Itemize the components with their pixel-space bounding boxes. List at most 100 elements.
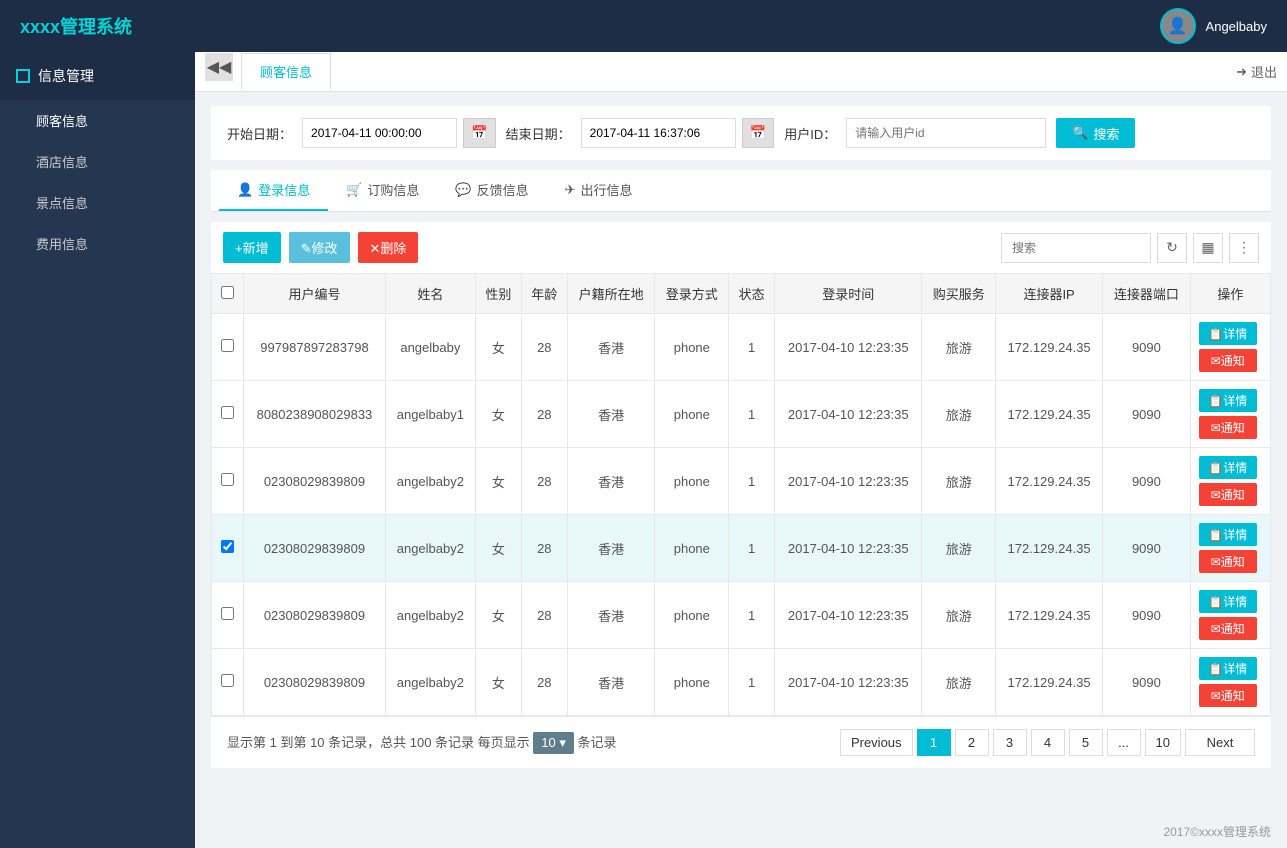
copyright: 2017©xxxx管理系统 [1163,825,1271,839]
edit-btn[interactable]: ✎修改 [289,232,350,263]
row-checkbox-input[interactable] [221,406,234,419]
sidebar-item-costs[interactable]: 费用信息 [0,223,195,264]
row-login-method: phone [655,448,729,515]
page-btn-2[interactable]: 2 [955,729,989,756]
row-age: 28 [521,314,567,381]
col-service: 购买服务 [922,274,996,314]
row-name: angelbaby2 [385,649,475,716]
logout-btn[interactable]: ➜ 退出 [1236,62,1277,81]
delete-btn[interactable]: ✕删除 [358,232,419,263]
start-date-calendar-btn[interactable]: 📅 [463,118,496,148]
row-id[interactable]: 997987897283798 [244,314,386,381]
sub-tab-login[interactable]: 👤 登录信息 [219,170,328,211]
chat-icon: 💬 [455,182,471,198]
notify-btn[interactable]: ✉通知 [1199,416,1257,439]
row-id[interactable]: 02308029839809 [244,448,386,515]
end-date-input[interactable] [581,118,736,148]
row-id[interactable]: 8080238908029833 [244,381,386,448]
notify-btn[interactable]: ✉通知 [1199,483,1257,506]
row-location: 香港 [567,448,655,515]
row-id[interactable]: 02308029839809 [244,649,386,716]
tab-customer-info[interactable]: 顾客信息 [241,53,331,90]
sub-tab-order[interactable]: 🛒 订购信息 [328,170,437,211]
detail-btn[interactable]: 📋详情 [1199,523,1257,546]
userid-label: 用户ID： [784,124,836,143]
sidebar-item-hotels[interactable]: 酒店信息 [0,141,195,182]
col-login-time: 登录时间 [775,274,922,314]
row-service: 旅游 [922,649,996,716]
detail-btn[interactable]: 📋详情 [1199,590,1257,613]
main-content: ◀◀ 顾客信息 ➜ 退出 开始日期： 📅 结束日期： 📅 用户ID： [195,52,1287,848]
row-age: 28 [521,649,567,716]
toolbar-left: +新增 ✎修改 ✕删除 [223,232,418,263]
row-age: 28 [521,381,567,448]
sub-tab-feedback[interactable]: 💬 反馈信息 [437,170,546,211]
page-btn-5[interactable]: 5 [1069,729,1103,756]
notify-btn[interactable]: ✉通知 [1199,684,1257,707]
toolbar: +新增 ✎修改 ✕删除 ↻ ▦ ⋮ [211,222,1271,273]
row-checkbox-input[interactable] [221,540,234,553]
pagination-bar: 显示第 1 到第 10 条记录，总共 100 条记录 每页显示 10 ▾ 条记录… [211,716,1271,768]
row-actions: 📋详情 ✉通知 [1190,448,1270,515]
row-service: 旅游 [922,582,996,649]
refresh-btn[interactable]: ↻ [1157,233,1187,263]
row-checkbox[interactable] [212,649,244,716]
prev-btn[interactable]: Previous [840,729,913,756]
columns-btn[interactable]: ⋮ [1229,233,1259,263]
col-ip: 连接器IP [996,274,1103,314]
table-row: 02308029839809 angelbaby2 女 28 香港 phone … [212,448,1271,515]
row-location: 香港 [567,582,655,649]
notify-btn[interactable]: ✉通知 [1199,349,1257,372]
row-checkbox-input[interactable] [221,473,234,486]
row-name: angelbaby2 [385,448,475,515]
row-id[interactable]: 02308029839809 [244,515,386,582]
row-checkbox-input[interactable] [221,607,234,620]
row-actions: 📋详情 ✉通知 [1190,314,1270,381]
footer: 2017©xxxx管理系统 [195,815,1287,848]
page-btn-10[interactable]: 10 [1145,729,1181,756]
userid-input[interactable] [846,118,1046,148]
select-all-checkbox[interactable] [221,286,234,299]
row-login-time: 2017-04-10 12:23:35 [775,515,922,582]
start-date-input[interactable] [302,118,457,148]
grid-btn[interactable]: ▦ [1193,233,1223,263]
row-login-time: 2017-04-10 12:23:35 [775,448,922,515]
detail-btn[interactable]: 📋详情 [1199,389,1257,412]
user-info: 👤 Angelbaby [1160,8,1267,44]
row-status: 1 [729,649,775,716]
add-btn[interactable]: +新增 [223,232,281,263]
detail-btn[interactable]: 📋详情 [1199,657,1257,680]
end-date-calendar-btn[interactable]: 📅 [742,118,775,148]
sidebar-item-customers[interactable]: 顾客信息 [0,100,195,141]
page-size-btn[interactable]: 10 ▾ [533,732,574,754]
row-id[interactable]: 02308029839809 [244,582,386,649]
row-login-method: phone [655,314,729,381]
row-checkbox[interactable] [212,314,244,381]
notify-btn[interactable]: ✉通知 [1199,550,1257,573]
page-btn-4[interactable]: 4 [1031,729,1065,756]
next-btn[interactable]: Next [1185,729,1255,756]
sidebar-item-attractions[interactable]: 景点信息 [0,182,195,223]
sidebar: 信息管理 顾客信息 酒店信息 景点信息 费用信息 [0,52,195,848]
page-btn-...[interactable]: ... [1107,729,1141,756]
search-btn[interactable]: 🔍 搜索 [1056,118,1135,148]
page-btn-3[interactable]: 3 [993,729,1027,756]
row-status: 1 [729,515,775,582]
row-port: 9090 [1103,515,1191,582]
row-checkbox-input[interactable] [221,674,234,687]
detail-btn[interactable]: 📋详情 [1199,456,1257,479]
sub-tab-travel[interactable]: ✈ 出行信息 [547,170,651,211]
row-checkbox-input[interactable] [221,339,234,352]
sidebar-toggle-btn[interactable]: ◀◀ [205,53,233,81]
table-search-input[interactable] [1001,233,1151,263]
page-btn-1[interactable]: 1 [917,729,951,756]
row-checkbox[interactable] [212,515,244,582]
detail-btn[interactable]: 📋详情 [1199,322,1257,345]
cart-icon: 🛒 [346,182,362,198]
notify-btn[interactable]: ✉通知 [1199,617,1257,640]
content-area: 开始日期： 📅 结束日期： 📅 用户ID： 🔍 搜索 👤 登录信息 [195,92,1287,815]
row-checkbox[interactable] [212,381,244,448]
row-login-method: phone [655,515,729,582]
row-checkbox[interactable] [212,582,244,649]
row-checkbox[interactable] [212,448,244,515]
